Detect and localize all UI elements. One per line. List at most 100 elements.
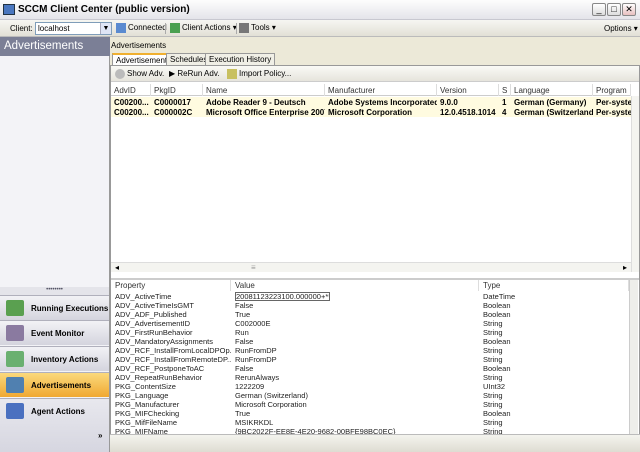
title-bar: SCCM Client Center (public version) _ □ … xyxy=(0,0,640,20)
property-row[interactable]: ADV_RCF_PostponeToAC False Boolean xyxy=(111,364,629,373)
inventory-actions-icon xyxy=(6,351,24,367)
table-cell: 9.0.0 xyxy=(440,98,458,107)
scroll-thumb[interactable]: ≡ xyxy=(251,263,256,272)
col-name[interactable]: Name xyxy=(203,84,325,96)
close-button[interactable]: ✕ xyxy=(622,3,636,16)
grid-vertical-scrollbar[interactable] xyxy=(631,96,639,272)
property-cell: RunFromDP xyxy=(235,355,277,364)
property-vertical-scrollbar[interactable] xyxy=(629,280,638,437)
col-property[interactable]: Property xyxy=(111,280,231,291)
property-row[interactable]: ADV_RepeatRunBehavior RerunAlways String xyxy=(111,373,629,382)
grid-horizontal-scrollbar[interactable]: ◂ ≡ ▸ xyxy=(111,262,631,272)
connected-icon xyxy=(116,23,126,33)
table-row[interactable]: C00200... C0000017 Adobe Reader 9 - Deutsc… xyxy=(111,97,631,107)
client-value[interactable]: localhost xyxy=(38,24,70,33)
property-cell: ADV_RCF_InstallFromRemoteDP... xyxy=(115,355,231,364)
property-row[interactable]: ADV_MandatoryAssignments False Boolean xyxy=(111,337,629,346)
more-nav-button[interactable]: » xyxy=(98,431,102,440)
app-icon xyxy=(3,4,15,15)
property-cell: RerunAlways xyxy=(235,373,280,382)
property-row[interactable]: ADV_ActiveTime 20081123223100.000000+*** D… xyxy=(111,292,629,301)
col-manufacturer[interactable]: Manufacturer xyxy=(325,84,437,96)
nav-running-executions[interactable]: Running Executions xyxy=(0,295,109,320)
connected-button[interactable]: Connected xyxy=(116,23,167,33)
property-cell: PKG_Language xyxy=(115,391,169,400)
minimize-button[interactable]: _ xyxy=(592,3,606,16)
property-cell: DateTime xyxy=(483,292,516,301)
running-executions-icon xyxy=(6,300,24,316)
property-cell: ADV_RepeatRunBehavior xyxy=(115,373,203,382)
property-cell: ADV_FirstRunBehavior xyxy=(115,328,193,337)
property-cell: String xyxy=(483,400,503,409)
property-row[interactable]: PKG_ContentSize 1222209 UInt32 xyxy=(111,382,629,391)
nav-advertisements[interactable]: Advertisements xyxy=(0,372,109,397)
nav-event-monitor[interactable]: Event Monitor xyxy=(0,320,109,345)
property-cell: German (Switzerland) xyxy=(235,391,308,400)
scroll-left-icon[interactable]: ◂ xyxy=(115,263,119,272)
maximize-button[interactable]: □ xyxy=(607,3,621,16)
options-menu[interactable]: Options ▾ xyxy=(604,24,638,33)
col-value[interactable]: Value xyxy=(231,280,479,291)
property-cell: String xyxy=(483,373,503,382)
scroll-right-icon[interactable]: ▸ xyxy=(623,263,627,272)
col-type[interactable]: Type xyxy=(479,280,629,291)
property-grid: Property Value Type ADV_ActiveTime 200811… xyxy=(111,278,639,437)
property-row[interactable]: ADV_RCF_InstallFromRemoteDP... RunFromDP S… xyxy=(111,355,629,364)
col-advid[interactable]: AdvID xyxy=(111,84,151,96)
property-cell[interactable]: 20081123223100.000000+*** xyxy=(235,292,330,301)
property-row[interactable]: PKG_MifFileName MSIKRKDL String xyxy=(111,418,629,427)
property-cell: Boolean xyxy=(483,337,511,346)
property-row[interactable]: PKG_Language German (Switzerland) String xyxy=(111,391,629,400)
table-cell: Microsoft Corporation xyxy=(328,108,412,117)
property-cell: ADV_AdvertisementID xyxy=(115,319,191,328)
client-actions-icon xyxy=(170,23,180,33)
options-label: Options xyxy=(604,24,632,33)
sidebar-header: Advertisements xyxy=(0,37,110,56)
show-adv-button[interactable]: Show Adv. xyxy=(115,69,164,79)
property-row[interactable]: ADV_ADF_Published True Boolean xyxy=(111,310,629,319)
table-cell: Adobe Systems Incorporated xyxy=(328,98,437,107)
table-cell: Per-syste xyxy=(596,108,631,117)
property-cell: False xyxy=(235,301,254,310)
col-s[interactable]: S xyxy=(499,84,511,96)
tab-body: Show Adv. ▶ ReRun Adv. Import Policy... … xyxy=(110,65,640,437)
import-policy-button[interactable]: Import Policy... xyxy=(227,69,291,79)
property-row[interactable]: ADV_AdvertisementID C002000E String xyxy=(111,319,629,328)
agent-actions-icon xyxy=(6,403,24,419)
table-cell: C00200... xyxy=(114,108,149,117)
property-row[interactable]: PKG_MIFChecking True Boolean xyxy=(111,409,629,418)
connected-label: Connected xyxy=(128,23,167,33)
tools-menu[interactable]: Tools ▾ xyxy=(239,23,276,33)
nav-inventory-actions[interactable]: Inventory Actions xyxy=(0,346,109,371)
property-row[interactable]: ADV_ActiveTimeIsGMT False Boolean xyxy=(111,301,629,310)
property-cell: ADV_MandatoryAssignments xyxy=(115,337,213,346)
col-version[interactable]: Version xyxy=(437,84,499,96)
window-title: SCCM Client Center (public version) xyxy=(18,4,190,15)
property-row[interactable]: ADV_RCF_InstallFromLocalDPOp... RunFromDP… xyxy=(111,346,629,355)
property-cell: ADV_RCF_InstallFromLocalDPOp... xyxy=(115,346,231,355)
tab-execution-history[interactable]: Execution History xyxy=(205,53,276,65)
table-cell: Per-syste xyxy=(596,98,631,107)
rerun-adv-button[interactable]: ▶ ReRun Adv. xyxy=(169,69,219,78)
splitter-grip[interactable]: •••••••• xyxy=(0,287,109,295)
separator xyxy=(165,23,166,34)
nav-agent-actions[interactable]: Agent Actions xyxy=(0,399,109,424)
nav-label: Running Executions xyxy=(31,304,109,313)
property-cell: UInt32 xyxy=(483,382,506,391)
col-pkgid[interactable]: PkgID xyxy=(151,84,203,96)
property-row[interactable]: ADV_FirstRunBehavior Run String xyxy=(111,328,629,337)
property-cell: PKG_ContentSize xyxy=(115,382,176,391)
client-actions-menu[interactable]: Client Actions ▾ xyxy=(170,23,237,33)
toolbar: Client: localhost ▼ Connected Client Acti… xyxy=(0,20,640,37)
col-program[interactable]: Program xyxy=(593,84,631,96)
import-label: Import Policy... xyxy=(239,69,292,79)
table-cell: 4 xyxy=(502,108,507,117)
col-language[interactable]: Language xyxy=(511,84,593,96)
client-combobox[interactable]: localhost ▼ xyxy=(35,22,112,35)
chevron-down-icon[interactable]: ▼ xyxy=(100,23,111,34)
table-cell: C0000017 xyxy=(154,98,191,107)
nav-bottom-strip: Agent Actions » xyxy=(0,398,109,452)
property-cell: ADV_ActiveTime xyxy=(115,292,172,301)
table-row[interactable]: C00200... C000002C Microsoft Office Enterp… xyxy=(111,107,631,117)
property-row[interactable]: PKG_Manufacturer Microsoft Corporation Str… xyxy=(111,400,629,409)
